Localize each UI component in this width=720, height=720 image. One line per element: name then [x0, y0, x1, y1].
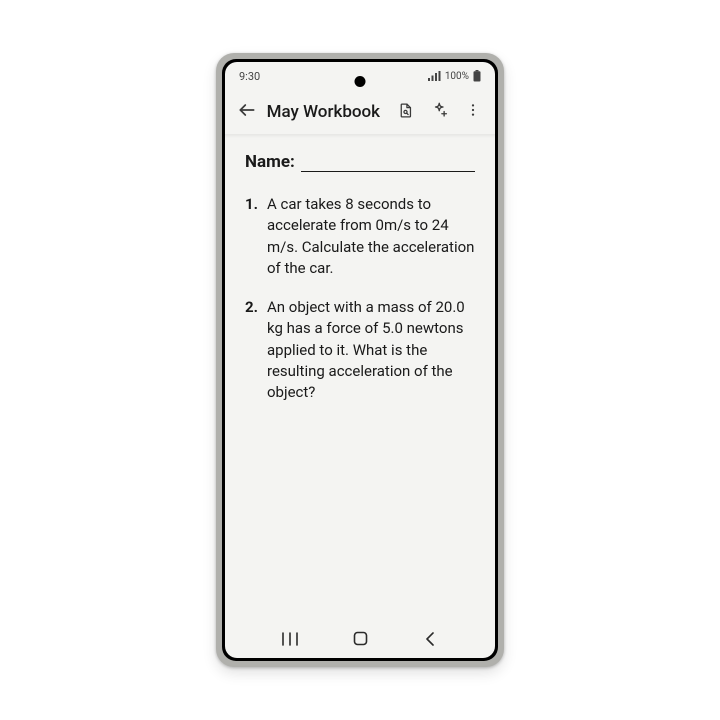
status-right: 100%	[428, 70, 481, 82]
phone-bezel: 9:30 100%	[222, 59, 498, 661]
page-search-icon	[397, 102, 414, 123]
name-field-row: Name:	[245, 152, 475, 172]
phone-screen: 9:30 100%	[225, 62, 495, 658]
arrow-left-icon	[237, 100, 257, 124]
nav-recents-button[interactable]	[265, 625, 315, 655]
app-title: May Workbook	[267, 102, 380, 122]
question-text: A car takes 8 seconds to accelerate from…	[267, 194, 475, 279]
question-2: 2. An object with a mass of 20.0 kg has …	[245, 297, 475, 403]
overflow-menu-button[interactable]	[459, 97, 487, 127]
question-number: 1.	[245, 194, 259, 279]
stage: 9:30 100%	[0, 0, 720, 720]
nav-back-button[interactable]	[405, 625, 455, 655]
status-time: 9:30	[239, 70, 260, 83]
ai-action-button[interactable]	[426, 97, 454, 127]
front-camera	[355, 76, 366, 87]
chevron-left-icon	[424, 631, 436, 650]
system-nav-bar	[225, 622, 495, 658]
battery-icon	[473, 70, 481, 82]
document-content[interactable]: Name: 1. A car takes 8 seconds to accele…	[225, 140, 495, 622]
signal-icon	[428, 71, 441, 81]
page-search-button[interactable]	[392, 97, 420, 127]
recents-icon	[282, 631, 298, 650]
back-button[interactable]	[233, 97, 261, 127]
header-shadow	[225, 134, 495, 138]
question-number: 2.	[245, 297, 259, 403]
battery-text: 100%	[445, 71, 469, 82]
more-vert-icon	[465, 102, 481, 122]
question-text: An object with a mass of 20.0 kg has a f…	[267, 297, 475, 403]
name-label: Name:	[245, 152, 295, 172]
home-icon	[353, 631, 368, 650]
nav-home-button[interactable]	[335, 625, 385, 655]
name-blank-line	[301, 154, 475, 172]
question-1: 1. A car takes 8 seconds to accelerate f…	[245, 194, 475, 279]
sparkle-add-icon	[431, 101, 449, 123]
phone-frame: 9:30 100%	[216, 53, 504, 667]
app-bar: May Workbook	[225, 90, 495, 134]
